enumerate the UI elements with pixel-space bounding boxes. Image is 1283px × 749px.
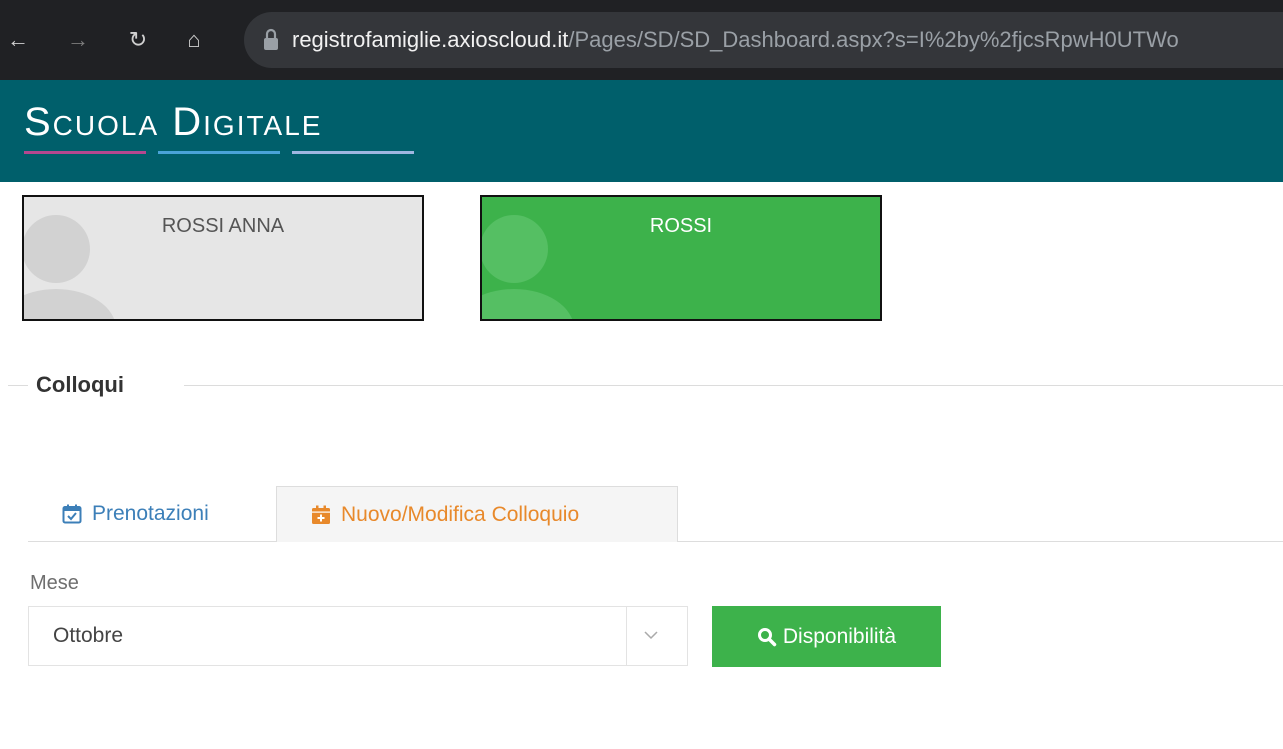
- logo-line-1: [24, 151, 146, 154]
- availability-button-label: Disponibilità: [782, 624, 897, 648]
- student-name: ROSSI: [649, 215, 713, 237]
- back-arrow-icon[interactable]: ←: [0, 27, 36, 53]
- tab-label: Prenotazioni: [92, 502, 209, 525]
- url-domain: registrofamiglie.axioscloud.it: [292, 27, 569, 52]
- month-select-value: Ottobre: [53, 624, 124, 647]
- month-select[interactable]: Ottobre: [28, 606, 688, 666]
- section-title: Colloqui: [36, 372, 124, 397]
- student-card[interactable]: ROSSI ANNA: [22, 195, 424, 321]
- logo-line-3: [292, 151, 414, 154]
- chevron-down-icon: [644, 631, 658, 640]
- month-label: Mese: [30, 572, 79, 594]
- calendar-check-icon: [62, 504, 82, 524]
- app-logo[interactable]: Scuola Digitale: [24, 100, 322, 145]
- tab-prenotazioni[interactable]: Prenotazioni: [44, 486, 262, 542]
- browser-toolbar: ← → ↻ ⌂ registrofamiglie.axioscloud.it /…: [0, 0, 1283, 80]
- app-header: Scuola Digitale: [0, 80, 1283, 182]
- student-name: ROSSI ANNA: [161, 215, 285, 237]
- reload-icon[interactable]: ↻: [120, 27, 156, 53]
- tab-label: Nuovo/Modifica Colloquio: [341, 502, 580, 526]
- availability-button[interactable]: Disponibilità: [712, 606, 941, 667]
- section-divider: [8, 385, 28, 386]
- student-card-selected[interactable]: ROSSI: [480, 195, 882, 321]
- calendar-plus-icon: [312, 505, 330, 524]
- tab-nuovo-modifica-colloquio[interactable]: Nuovo/Modifica Colloquio: [276, 486, 678, 542]
- lock-icon: [264, 28, 278, 50]
- forward-arrow-icon[interactable]: →: [60, 27, 96, 53]
- url-path: /Pages/SD/SD_Dashboard.aspx?s=I%2by%2fjc…: [568, 27, 1179, 52]
- address-bar[interactable]: registrofamiglie.axioscloud.it /Pages/SD…: [244, 12, 1283, 68]
- logo-line-2: [158, 151, 280, 154]
- search-icon: [757, 627, 777, 646]
- home-icon[interactable]: ⌂: [176, 27, 212, 53]
- select-divider: [626, 607, 627, 665]
- section-divider: [184, 385, 1283, 386]
